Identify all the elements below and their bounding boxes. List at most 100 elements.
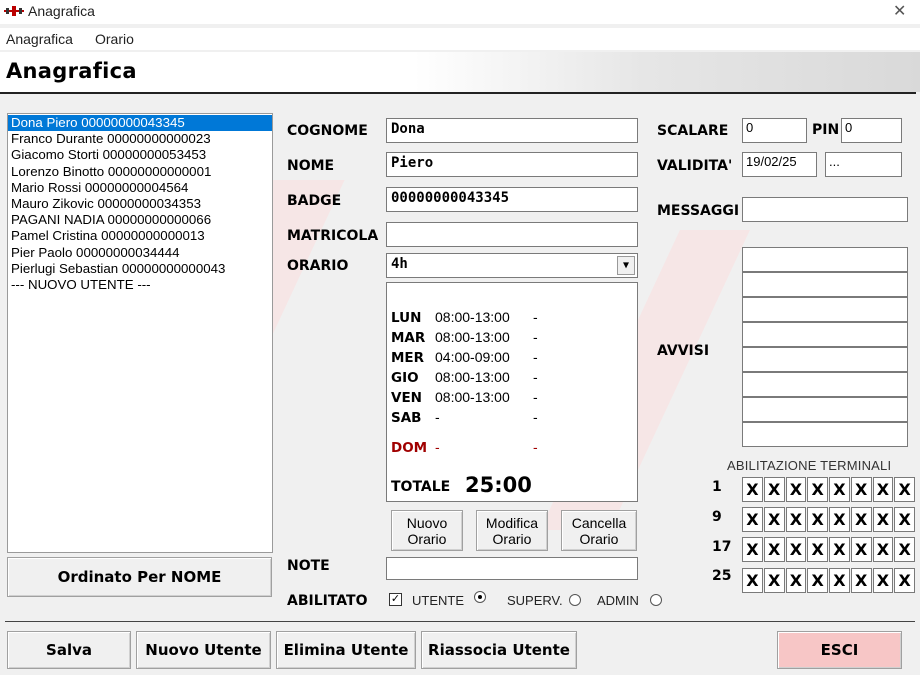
- sort-by-name-button[interactable]: Ordinato Per NOME: [7, 557, 272, 597]
- close-icon[interactable]: ✕: [893, 1, 906, 21]
- esci-button[interactable]: ESCI: [777, 631, 902, 669]
- terminal-toggle[interactable]: X: [807, 568, 828, 593]
- terminal-toggle[interactable]: X: [785, 568, 807, 593]
- list-item[interactable]: Mauro Zikovic 00000000034353: [8, 196, 272, 212]
- terminal-toggle[interactable]: X: [785, 477, 807, 502]
- scalare-field[interactable]: 0: [742, 118, 807, 143]
- terminal-toggle[interactable]: X: [829, 477, 850, 502]
- abilitato-checkbox[interactable]: ✓: [389, 593, 402, 606]
- pin-field[interactable]: 0: [841, 118, 902, 143]
- window-title: Anagrafica: [28, 3, 95, 19]
- orario-label: ORARIO: [287, 258, 349, 274]
- schedule-day: MER: [391, 350, 425, 366]
- terminal-toggle[interactable]: X: [872, 477, 894, 502]
- terminal-toggle[interactable]: X: [807, 507, 828, 532]
- terminal-toggle[interactable]: X: [763, 507, 785, 532]
- terminal-toggle[interactable]: X: [742, 507, 763, 532]
- schedule-day: LUN: [391, 310, 422, 326]
- terminal-toggle[interactable]: X: [807, 537, 828, 562]
- terminal-toggle[interactable]: X: [763, 568, 785, 593]
- messaggi-field[interactable]: [742, 197, 908, 222]
- terminal-toggle[interactable]: X: [850, 568, 872, 593]
- list-item[interactable]: --- NUOVO UTENTE ---: [8, 277, 272, 293]
- avvisi-field[interactable]: [742, 422, 908, 447]
- terminal-toggle[interactable]: X: [742, 537, 763, 562]
- riassocia-utente-button[interactable]: Riassocia Utente: [421, 631, 577, 669]
- schedule-day: VEN: [391, 390, 422, 406]
- list-item[interactable]: Dona Piero 00000000043345: [8, 115, 272, 132]
- terminal-toggle[interactable]: X: [894, 477, 915, 502]
- messaggi-label: MESSAGGI: [657, 203, 740, 219]
- schedule-time: 08:00-13:00: [435, 309, 510, 325]
- page-title: Anagrafica: [6, 59, 137, 83]
- terminal-toggle[interactable]: X: [763, 537, 785, 562]
- note-label: NOTE: [287, 558, 330, 574]
- list-item[interactable]: Franco Durante 00000000000023: [8, 131, 272, 147]
- terminal-toggle[interactable]: X: [829, 537, 850, 562]
- role-label-superv: SUPERV.: [507, 593, 563, 608]
- terminal-toggle[interactable]: X: [807, 477, 828, 502]
- avvisi-field[interactable]: [742, 322, 908, 347]
- terminal-toggle[interactable]: X: [872, 537, 894, 562]
- avvisi-field[interactable]: [742, 397, 908, 422]
- terminal-toggle[interactable]: X: [850, 507, 872, 532]
- schedule-row-sunday: DOM - -: [391, 439, 538, 459]
- note-field[interactable]: [386, 557, 638, 580]
- nome-field[interactable]: Piero: [386, 152, 638, 177]
- validita-field[interactable]: 19/02/25: [742, 152, 817, 177]
- terminal-toggle[interactable]: X: [829, 507, 850, 532]
- list-item[interactable]: Pier Paolo 00000000034444: [8, 245, 272, 261]
- list-item[interactable]: Pierlugi Sebastian 00000000000043: [8, 261, 272, 277]
- terminal-toggle[interactable]: X: [763, 477, 785, 502]
- nuovo-utente-button[interactable]: Nuovo Utente: [136, 631, 271, 669]
- role-radio-admin[interactable]: [650, 594, 662, 606]
- avvisi-field[interactable]: [742, 372, 908, 397]
- modifica-orario-button[interactable]: Modifica Orario: [476, 510, 548, 551]
- terminal-toggle[interactable]: X: [894, 568, 915, 593]
- role-radio-superv[interactable]: [569, 594, 581, 606]
- role-radio-utente[interactable]: [474, 591, 486, 603]
- list-item[interactable]: Pamel Cristina 00000000000013: [8, 228, 272, 244]
- schedule-row: VEN 08:00-13:00 -: [391, 389, 538, 409]
- user-list[interactable]: Dona Piero 00000000043345 Franco Durante…: [7, 113, 273, 553]
- schedule-time: 04:00-09:00: [435, 349, 510, 365]
- page-header: Anagrafica: [0, 52, 920, 92]
- avvisi-field[interactable]: [742, 297, 908, 322]
- validita-picker-button[interactable]: ...: [825, 152, 902, 177]
- chevron-down-icon[interactable]: ▼: [617, 256, 635, 275]
- terminal-toggle[interactable]: X: [785, 507, 807, 532]
- terminal-toggle[interactable]: X: [742, 568, 763, 593]
- total-label: TOTALE: [391, 479, 451, 495]
- terminal-toggle[interactable]: X: [894, 507, 915, 532]
- modifica-orario-label-2: Orario: [492, 530, 532, 547]
- terminal-toggle[interactable]: X: [742, 477, 763, 502]
- terminal-toggle[interactable]: X: [872, 507, 894, 532]
- orario-selected-value: 4h: [391, 256, 408, 272]
- matricola-field[interactable]: [386, 222, 638, 247]
- terminal-toggle[interactable]: X: [872, 568, 894, 593]
- terminals-title: ABILITAZIONE TERMINALI: [727, 458, 892, 473]
- terminal-toggle[interactable]: X: [785, 537, 807, 562]
- menu-item-orario[interactable]: Orario: [95, 31, 134, 47]
- list-item[interactable]: Giacomo Storti 00000000053453: [8, 147, 272, 163]
- avvisi-field[interactable]: [742, 347, 908, 372]
- schedule-row: MAR 08:00-13:00 -: [391, 329, 538, 349]
- orario-select[interactable]: 4h ▼: [386, 253, 638, 278]
- list-item[interactable]: Lorenzo Binotto 00000000000001: [8, 164, 272, 180]
- list-item[interactable]: Mario Rossi 00000000004564: [8, 180, 272, 196]
- avvisi-field[interactable]: [742, 247, 908, 272]
- menu-item-anagrafica[interactable]: Anagrafica: [6, 31, 73, 47]
- nuovo-orario-button[interactable]: Nuovo Orario: [391, 510, 463, 551]
- cognome-field[interactable]: Dona: [386, 118, 638, 143]
- salva-button[interactable]: Salva: [7, 631, 131, 669]
- avvisi-field[interactable]: [742, 272, 908, 297]
- badge-field[interactable]: 00000000043345: [386, 187, 638, 212]
- cancella-orario-button[interactable]: Cancella Orario: [561, 510, 637, 551]
- terminal-toggle[interactable]: X: [850, 537, 872, 562]
- list-item[interactable]: PAGANI NADIA 00000000000066: [8, 212, 272, 228]
- elimina-utente-button[interactable]: Elimina Utente: [276, 631, 416, 669]
- terminal-toggle[interactable]: X: [850, 477, 872, 502]
- terminal-toggle[interactable]: X: [894, 537, 915, 562]
- terminal-toggle[interactable]: X: [829, 568, 850, 593]
- nome-label: NOME: [287, 158, 335, 174]
